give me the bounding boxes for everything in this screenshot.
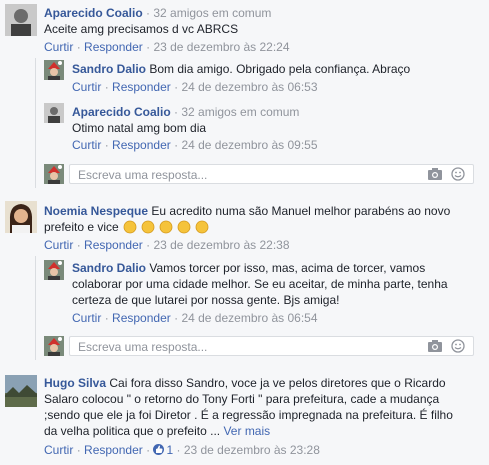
avatar[interactable]	[5, 375, 37, 407]
mutual-friends: · 32 amigos em comum	[146, 6, 272, 20]
separator: ·	[104, 138, 109, 152]
thread-line	[35, 256, 36, 360]
emoji-icon[interactable]	[451, 339, 465, 356]
like-link[interactable]: Curtir	[44, 443, 73, 457]
camera-icon[interactable]	[427, 339, 443, 356]
commenter-name[interactable]: Sandro Dalio	[72, 62, 146, 76]
timestamp[interactable]: 23 de dezembro às 22:38	[153, 238, 289, 252]
separator: ·	[174, 138, 179, 152]
separator: ·	[76, 238, 81, 252]
reply-box[interactable]	[69, 336, 474, 356]
separator: ·	[146, 40, 151, 54]
like-count-icon[interactable]	[153, 444, 165, 455]
separator: ·	[176, 443, 181, 457]
separator: ·	[104, 80, 109, 94]
reply-link[interactable]: Responder	[84, 40, 143, 54]
avatar[interactable]	[5, 201, 37, 233]
avatar[interactable]	[44, 260, 64, 280]
comment-text: prefeito e vice	[44, 220, 119, 234]
timestamp[interactable]: 24 de dezembro às 06:54	[181, 311, 317, 325]
timestamp[interactable]: 24 de dezembro às 09:55	[181, 138, 317, 152]
reply-input[interactable]	[76, 167, 380, 183]
reply-link[interactable]: Responder	[112, 80, 171, 94]
separator: ·	[174, 80, 179, 94]
like-link[interactable]: Curtir	[72, 138, 101, 152]
like-count[interactable]: 1	[166, 443, 173, 457]
reply-link[interactable]: Responder	[84, 443, 143, 457]
separator: ·	[76, 443, 81, 457]
commenter-name[interactable]: Noemia Nespeque	[44, 204, 148, 218]
comment-text: Otimo natal amg bom dia	[72, 121, 207, 135]
reply-link[interactable]: Responder	[84, 238, 143, 252]
comment-text: Bom dia amigo. Obrigado pela confiança. …	[149, 62, 411, 76]
commenter-name[interactable]: Hugo Silva	[44, 376, 106, 390]
like-link[interactable]: Curtir	[72, 80, 101, 94]
avatar[interactable]	[44, 60, 64, 80]
like-link[interactable]: Curtir	[72, 311, 101, 325]
reply-link[interactable]: Responder	[112, 138, 171, 152]
commenter-name[interactable]: Aparecido Coalio	[44, 6, 143, 20]
comment-text: Cai fora disso Sandro, voce ja ve pelos …	[109, 376, 446, 390]
separator: ·	[104, 311, 109, 325]
reply-input[interactable]	[76, 339, 380, 355]
timestamp[interactable]: 23 de dezembro às 23:28	[184, 443, 320, 457]
avatar[interactable]	[44, 103, 64, 123]
commenter-name[interactable]: Aparecido Coalio	[72, 105, 171, 119]
timestamp[interactable]: 24 de dezembro às 06:53	[181, 80, 317, 94]
avatar[interactable]	[5, 4, 37, 36]
emoji-icon[interactable]	[451, 167, 465, 184]
separator: ·	[146, 238, 151, 252]
camera-icon[interactable]	[427, 167, 443, 184]
avatar	[44, 164, 64, 184]
separator: ·	[174, 311, 179, 325]
mutual-friends: · 32 amigos em comum	[174, 105, 300, 119]
comment-text: Vamos torcer por isso, mas, acima de tor…	[149, 261, 426, 275]
comment-text: Aceite amg precisamos d vc ABRCS	[44, 22, 239, 36]
comment-text: Salaro colocou " o retorno do Tony Forti…	[44, 392, 440, 406]
separator: ·	[76, 40, 81, 54]
reply-box[interactable]	[69, 164, 474, 184]
comment-text: ;sendo que ele ja foi Diretor . É a regr…	[44, 408, 453, 422]
comment-text: colaborar por uma cidade melhor. Se eu a…	[72, 277, 448, 291]
see-more-link[interactable]: Ver mais	[223, 424, 270, 438]
clapping-hands-emoji	[122, 220, 210, 238]
commenter-name[interactable]: Sandro Dalio	[72, 261, 146, 275]
comment-text: da velha politica que o prefeito ...	[44, 424, 221, 438]
comment-text: certeza de que lutarei por nossa gente. …	[72, 293, 340, 307]
reply-link[interactable]: Responder	[112, 311, 171, 325]
like-link[interactable]: Curtir	[44, 40, 73, 54]
comment-text: Eu acredito numa são Manuel melhor parab…	[151, 204, 451, 218]
avatar	[44, 336, 64, 356]
separator: ·	[146, 443, 151, 457]
like-link[interactable]: Curtir	[44, 238, 73, 252]
timestamp[interactable]: 23 de dezembro às 22:24	[153, 40, 289, 54]
thread-line	[35, 58, 36, 188]
